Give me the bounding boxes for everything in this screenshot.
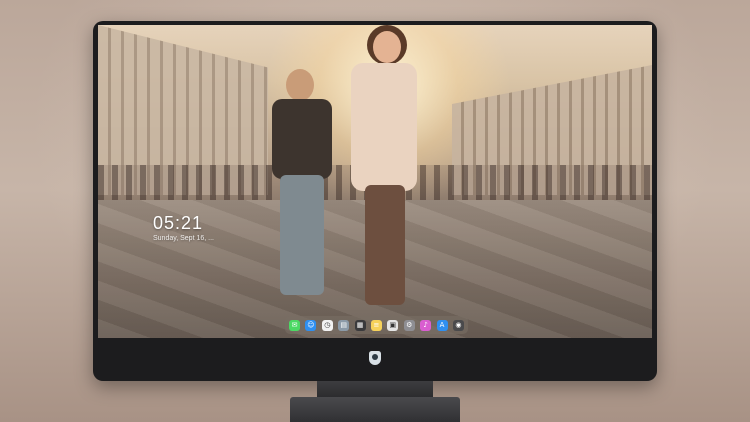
- launchpad-icon[interactable]: ▦: [354, 319, 366, 331]
- man-figure: [266, 67, 336, 315]
- monitor-stand-base: [290, 397, 460, 422]
- clock-time: 05:21: [153, 213, 204, 233]
- settings-icon[interactable]: ⚙: [403, 319, 415, 331]
- desktop-screen: 05:21 Sunday, Sept 16, ... ✉ ☺ ◷ ▤ ▦ ≡ ▣ ⚙ ♪ A ◉: [98, 25, 652, 338]
- brand-logo: [364, 349, 386, 367]
- notes-icon[interactable]: ≡: [370, 319, 382, 331]
- monitor: 05:21 Sunday, Sept 16, ... ✉ ☺ ◷ ▤ ▦ ≡ ▣ ⚙ ♪ A ◉: [93, 21, 657, 381]
- woman-figure: [343, 25, 433, 320]
- shield-icon: [369, 351, 381, 365]
- appstore-icon[interactable]: A: [436, 319, 448, 331]
- camera-icon[interactable]: ◉: [452, 319, 464, 331]
- lockscreen-clock: 05:21 Sunday, Sept 16, ...: [153, 213, 214, 242]
- messages-icon[interactable]: ✉: [289, 319, 300, 331]
- itunes-icon[interactable]: ♪: [420, 319, 432, 331]
- dock: ✉ ☺ ◷ ▤ ▦ ≡ ▣ ⚙ ♪ A ◉: [285, 316, 468, 334]
- finder-icon[interactable]: ☺: [305, 319, 317, 331]
- clock-date: Sunday, Sept 16, ...: [153, 235, 214, 242]
- photos-icon[interactable]: ▣: [387, 319, 399, 331]
- clock-icon[interactable]: ◷: [321, 319, 333, 331]
- preview-icon[interactable]: ▤: [338, 319, 350, 331]
